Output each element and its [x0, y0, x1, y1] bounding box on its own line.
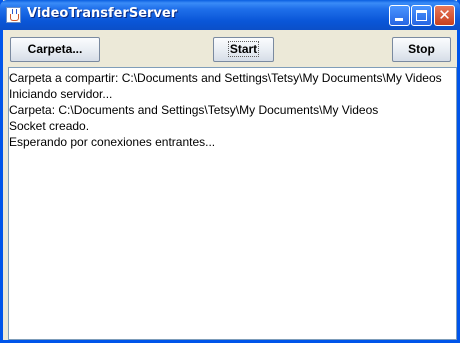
- log-line: Esperando por conexiones entrantes...: [9, 135, 216, 149]
- maximize-icon: [416, 10, 427, 21]
- start-label: Start: [227, 41, 260, 57]
- log-line: Carpeta: C:\Documents and Settings\Tetsy…: [9, 103, 379, 117]
- minimize-icon: [395, 18, 403, 21]
- title-bar[interactable]: VideoTransferServer ✕: [0, 0, 460, 30]
- log-line: Iniciando servidor...: [9, 87, 113, 101]
- log-line: Carpeta a compartir: C:\Documents and Se…: [9, 71, 442, 85]
- log-line: Socket creado.: [9, 119, 90, 133]
- log-textarea[interactable]: Carpeta a compartir: C:\Documents and Se…: [8, 67, 457, 340]
- java-cup-icon[interactable]: [6, 7, 21, 23]
- stop-label: Stop: [408, 42, 435, 56]
- minimize-button[interactable]: [389, 5, 410, 26]
- choose-folder-label: Carpeta...: [27, 42, 83, 56]
- window-title: VideoTransferServer: [27, 6, 178, 21]
- stop-button[interactable]: Stop: [392, 37, 451, 62]
- close-button[interactable]: ✕: [434, 5, 455, 26]
- close-icon: ✕: [438, 6, 451, 24]
- choose-folder-button[interactable]: Carpeta...: [10, 37, 100, 62]
- maximize-button[interactable]: [411, 5, 432, 26]
- app-window: VideoTransferServer ✕ Carpeta... Start S…: [0, 0, 460, 343]
- start-button[interactable]: Start: [213, 37, 274, 62]
